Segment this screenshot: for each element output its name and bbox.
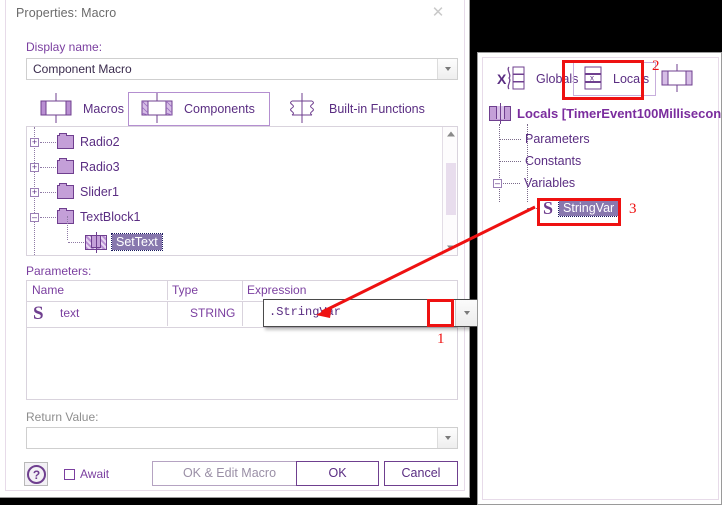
- tree-item-radio2[interactable]: + Radio2: [30, 129, 120, 155]
- column-divider: [242, 301, 243, 326]
- display-name-input[interactable]: Component Macro: [26, 58, 458, 80]
- param-name-cell: text: [60, 306, 80, 320]
- svg-text:X: X: [497, 71, 507, 87]
- tree-item-partial[interactable]: +: [30, 252, 80, 255]
- component-tree[interactable]: + Radio2 + Radio3 + Slider1 – TextBlock1…: [26, 126, 458, 256]
- chevron-down-icon: [463, 311, 470, 315]
- properties-macro-dialog: Properties: Macro ✕ Display name: Compon…: [0, 0, 478, 498]
- tab-components-label: Components: [184, 102, 255, 116]
- annotation-number-3: 3: [629, 201, 637, 217]
- ok-button[interactable]: OK: [296, 461, 379, 486]
- dialog-titlebar: Properties: Macro: [16, 6, 436, 26]
- column-divider: [167, 301, 168, 326]
- return-value-dropdown-button[interactable]: [437, 428, 457, 448]
- folder-icon: [57, 208, 74, 224]
- tree-item-label: Radio2: [80, 135, 120, 149]
- question-mark-icon: ?: [27, 465, 46, 484]
- locals-root-icon: [489, 102, 511, 124]
- globals-icon: X: [497, 64, 531, 95]
- cancel-button[interactable]: Cancel: [384, 461, 458, 486]
- scroll-down-icon[interactable]: [443, 241, 457, 255]
- tree-item-label: SetText: [111, 233, 163, 251]
- tree-item-settext[interactable]: SetText: [67, 229, 163, 255]
- tree-connector: [40, 141, 56, 143]
- tree-scrollbar[interactable]: [442, 127, 457, 255]
- scrollbar-thumb[interactable]: [446, 163, 456, 215]
- parameters-table: Name Type Expression S text STRING .Stri…: [26, 280, 478, 400]
- column-header-name: Name: [32, 283, 65, 297]
- locals-node-label: Constants: [525, 154, 582, 168]
- page-title: Properties: Macro: [16, 6, 117, 20]
- expression-dropdown-button[interactable]: [455, 300, 477, 326]
- annotation-number-1: 1: [437, 331, 445, 347]
- annotation-box-2: [562, 60, 644, 100]
- tree-connector: [40, 191, 56, 193]
- tree-connector: [68, 241, 84, 243]
- display-name-value: Component Macro: [33, 62, 132, 76]
- folder-icon: [57, 133, 74, 149]
- locals-tree[interactable]: Locals [TimerEvent100Millisecond Paramet…: [489, 102, 721, 495]
- locals-root-label: Locals [TimerEvent100Millisecond: [517, 105, 722, 121]
- locals-node-label: Parameters: [525, 132, 590, 146]
- column-header-expression: Expression: [247, 283, 307, 297]
- return-value-input[interactable]: [26, 427, 458, 449]
- annotation-box-1: [427, 299, 454, 327]
- tree-item-label: TextBlock1: [80, 210, 141, 224]
- component-scope-tab[interactable]: [655, 63, 699, 96]
- expression-value: .StringVar: [269, 305, 342, 319]
- scroll-up-icon[interactable]: [443, 127, 457, 141]
- ok-edit-macro-button[interactable]: OK & Edit Macro: [152, 461, 307, 486]
- component-icon: [655, 63, 699, 96]
- tree-connector: [40, 166, 56, 168]
- folder-icon: [57, 183, 74, 199]
- component-method-icon: [85, 231, 107, 253]
- locals-node-parameters[interactable]: Parameters: [499, 128, 590, 150]
- locals-node-label: Variables: [524, 176, 576, 190]
- tree-item-label: Radio3: [80, 160, 120, 174]
- column-header-type: Type: [172, 283, 199, 297]
- tab-builtin-functions[interactable]: Built-in Functions: [274, 92, 454, 126]
- tab-macros[interactable]: Macros: [28, 92, 128, 126]
- expander-icon[interactable]: +: [30, 137, 39, 147]
- dialog-body: Properties: Macro ✕ Display name: Compon…: [5, 0, 478, 491]
- return-value-label: Return Value:: [26, 410, 99, 424]
- display-name-dropdown-button[interactable]: [437, 59, 457, 79]
- string-type-icon: S: [33, 303, 44, 324]
- builtin-function-icon: [280, 92, 324, 126]
- locals-panel: X Globals x Locals Locals [TimerEvent100…: [477, 52, 722, 505]
- parameters-label: Parameters:: [26, 264, 92, 278]
- await-checkbox-wrap[interactable]: Await: [64, 467, 109, 481]
- help-button[interactable]: ?: [24, 462, 48, 486]
- expander-icon[interactable]: +: [30, 187, 39, 197]
- tab-macros-label: Macros: [83, 102, 124, 116]
- locals-root-node[interactable]: Locals [TimerEvent100Millisecond: [489, 102, 722, 124]
- tab-builtin-functions-label: Built-in Functions: [329, 102, 425, 116]
- tree-item-slider1[interactable]: + Slider1: [30, 179, 119, 205]
- tree-item-label: Slider1: [80, 185, 119, 199]
- await-checkbox[interactable]: [64, 468, 75, 480]
- display-name-label: Display name:: [26, 40, 103, 54]
- expander-icon[interactable]: +: [30, 162, 39, 172]
- annotation-number-2: 2: [652, 58, 660, 74]
- await-label: Await: [80, 467, 110, 481]
- expander-icon[interactable]: –: [493, 178, 502, 188]
- tree-connector: [40, 216, 56, 218]
- locals-panel-body: X Globals x Locals Locals [TimerEvent100…: [482, 57, 721, 500]
- locals-node-variables[interactable]: – Variables: [493, 172, 575, 194]
- tab-components[interactable]: Components: [128, 92, 270, 126]
- locals-node-constants[interactable]: Constants: [499, 150, 581, 172]
- annotation-box-3: [537, 198, 621, 226]
- expander-icon[interactable]: –: [30, 212, 39, 222]
- table-row[interactable]: S text STRING .StringVar: [27, 299, 478, 328]
- macro-icon: [34, 92, 78, 126]
- chevron-down-icon: [444, 436, 451, 440]
- tree-item-textblock1[interactable]: – TextBlock1: [30, 204, 140, 230]
- tree-item-radio3[interactable]: + Radio3: [30, 154, 120, 180]
- close-icon[interactable]: ✕: [430, 5, 446, 21]
- chevron-down-icon: [444, 67, 451, 71]
- component-icon: [135, 92, 179, 126]
- folder-icon: [57, 158, 74, 174]
- param-type-cell: STRING: [190, 306, 236, 320]
